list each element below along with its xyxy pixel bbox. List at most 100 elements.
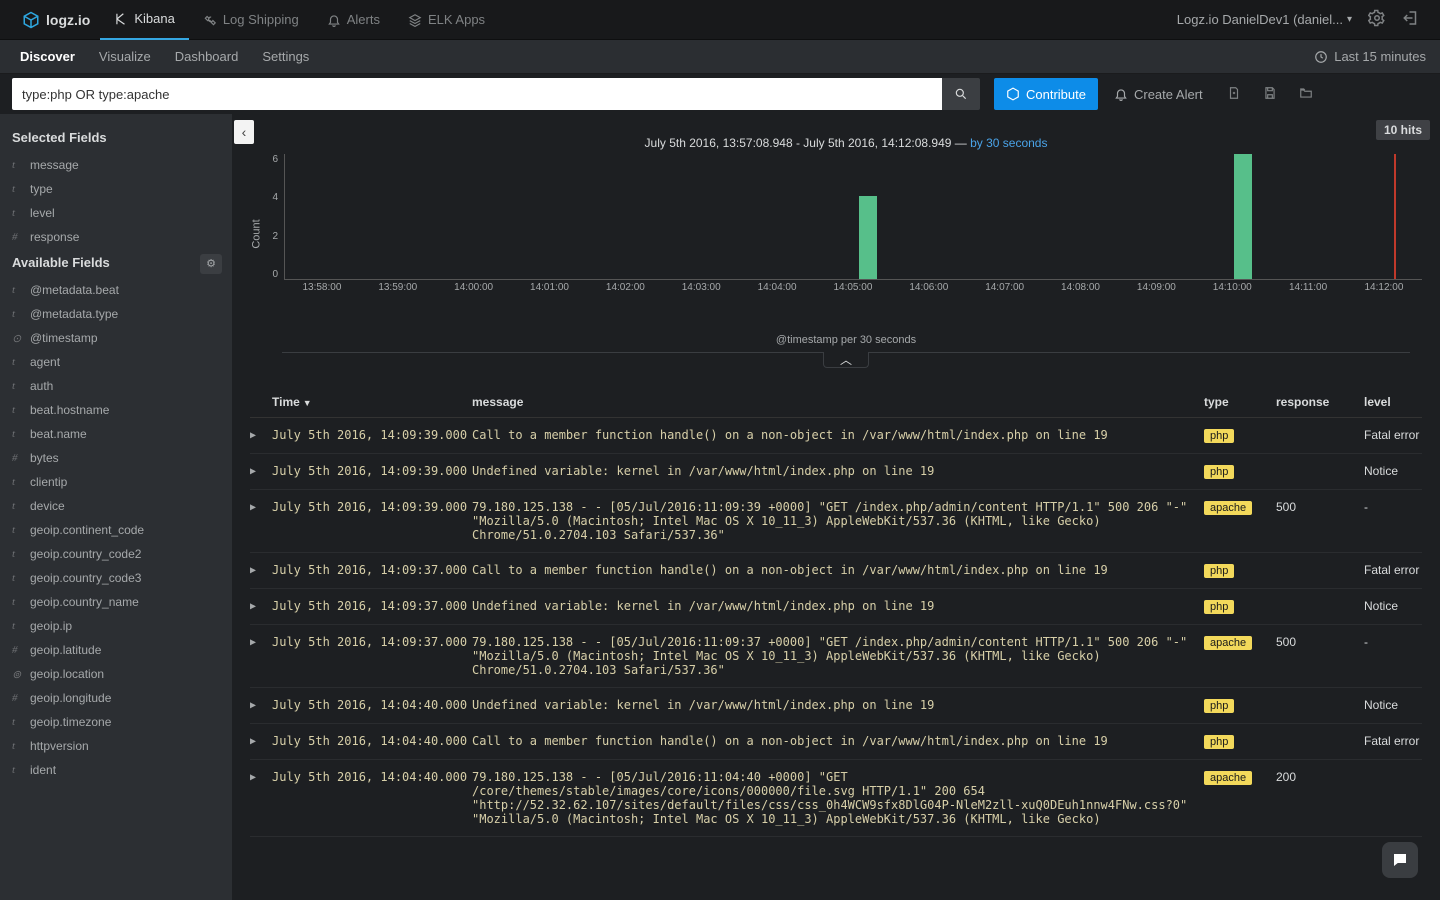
field-label: geoip.country_code2 (30, 547, 141, 561)
field-httpversion[interactable]: thttpversion (12, 734, 232, 758)
field-beat-hostname[interactable]: tbeat.hostname (12, 398, 232, 422)
field-type[interactable]: ttype (12, 177, 232, 201)
type-tag: php (1204, 564, 1234, 578)
field--timestamp[interactable]: ⊙@timestamp (12, 326, 232, 350)
chart-interval-link[interactable]: by 30 seconds (970, 136, 1047, 150)
field-type-icon: t (12, 596, 24, 608)
cell-message: Undefined variable: kernel in /var/www/h… (472, 464, 1204, 478)
field-geoip-country-name[interactable]: tgeoip.country_name (12, 590, 232, 614)
field-level[interactable]: tlevel (12, 201, 232, 225)
col-level[interactable]: level (1364, 395, 1422, 409)
settings-gear-button[interactable] (1360, 9, 1394, 30)
field-ident[interactable]: tident (12, 758, 232, 782)
tab-discover[interactable]: Discover (8, 40, 87, 74)
field-clientip[interactable]: tclientip (12, 470, 232, 494)
cell-type: apache (1204, 500, 1276, 515)
table-row: ▶July 5th 2016, 14:04:40.00079.180.125.1… (250, 760, 1422, 837)
expand-row-button[interactable]: ▶ (250, 500, 272, 513)
field-message[interactable]: tmessage (12, 153, 232, 177)
expand-row-button[interactable]: ▶ (250, 635, 272, 648)
field-type-icon: t (12, 524, 24, 536)
bell-icon (1114, 87, 1128, 101)
col-type[interactable]: type (1204, 395, 1276, 409)
cube-icon (22, 11, 40, 29)
nav-alerts[interactable]: Alerts (313, 0, 394, 40)
field-response[interactable]: #response (12, 225, 232, 249)
field-geoip-latitude[interactable]: #geoip.latitude (12, 638, 232, 662)
nav-elk-apps[interactable]: ELK Apps (394, 0, 499, 40)
type-tag: php (1204, 699, 1234, 713)
cell-type: php (1204, 599, 1276, 614)
field-geoip-location[interactable]: ⊚geoip.location (12, 662, 232, 686)
field-bytes[interactable]: #bytes (12, 446, 232, 470)
toggle-chart-button[interactable]: ︿ (823, 352, 869, 368)
col-time[interactable]: Time▼ (272, 395, 472, 409)
collapse-sidebar-button[interactable]: ‹ (234, 120, 254, 144)
field-agent[interactable]: tagent (12, 350, 232, 374)
tab-settings[interactable]: Settings (250, 40, 321, 74)
account-menu[interactable]: Logz.io DanielDev1 (daniel... ▾ (1169, 12, 1360, 27)
field-geoip-timezone[interactable]: tgeoip.timezone (12, 710, 232, 734)
col-response[interactable]: response (1276, 395, 1364, 409)
field-type-icon: t (12, 308, 24, 320)
search-button[interactable] (942, 78, 980, 110)
fields-settings-button[interactable]: ⚙ (200, 254, 222, 274)
logout-button[interactable] (1394, 9, 1428, 30)
table-row: ▶July 5th 2016, 14:04:40.000Undefined va… (250, 688, 1422, 724)
nav-kibana[interactable]: Kibana (100, 0, 188, 40)
brand-text: logz.io (46, 12, 90, 28)
time-range-picker[interactable]: Last 15 minutes (1300, 49, 1440, 64)
expand-row-button[interactable]: ▶ (250, 599, 272, 612)
cell-type: php (1204, 464, 1276, 479)
histogram-chart: July 5th 2016, 13:57:08.948 - July 5th 2… (232, 114, 1440, 353)
field-label: agent (30, 355, 60, 369)
field-geoip-country-code3[interactable]: tgeoip.country_code3 (12, 566, 232, 590)
cell-message: 79.180.125.138 - - [05/Jul/2016:11:09:39… (472, 500, 1204, 542)
create-alert-button[interactable]: Create Alert (1104, 78, 1213, 110)
field-type-icon: t (12, 356, 24, 368)
expand-row-button[interactable]: ▶ (250, 563, 272, 576)
field-device[interactable]: tdevice (12, 494, 232, 518)
field--metadata-beat[interactable]: t@metadata.beat (12, 278, 232, 302)
tab-visualize[interactable]: Visualize (87, 40, 163, 74)
expand-row-button[interactable]: ▶ (250, 698, 272, 711)
cell-level: Notice (1364, 599, 1422, 613)
expand-row-button[interactable]: ▶ (250, 428, 272, 441)
cell-type: php (1204, 563, 1276, 578)
open-search-button[interactable] (1291, 86, 1321, 103)
help-chat-button[interactable] (1382, 842, 1418, 878)
field-geoip-ip[interactable]: tgeoip.ip (12, 614, 232, 638)
field-geoip-country-code2[interactable]: tgeoip.country_code2 (12, 542, 232, 566)
new-search-button[interactable] (1219, 86, 1249, 103)
tab-dashboard[interactable]: Dashboard (163, 40, 251, 74)
cell-response: 500 (1276, 500, 1364, 514)
cell-type: apache (1204, 770, 1276, 785)
field-label: clientip (30, 475, 67, 489)
kibana-icon (114, 12, 128, 26)
table-row: ▶July 5th 2016, 14:04:40.000Call to a me… (250, 724, 1422, 760)
exit-icon (1402, 9, 1420, 27)
expand-row-button[interactable]: ▶ (250, 770, 272, 783)
expand-row-button[interactable]: ▶ (250, 464, 272, 477)
field-beat-name[interactable]: tbeat.name (12, 422, 232, 446)
save-search-button[interactable] (1255, 86, 1285, 103)
search-input[interactable] (12, 78, 942, 110)
chart-bar[interactable] (859, 196, 877, 279)
field-auth[interactable]: tauth (12, 374, 232, 398)
field-geoip-longitude[interactable]: #geoip.longitude (12, 686, 232, 710)
expand-row-button[interactable]: ▶ (250, 734, 272, 747)
field-geoip-continent-code[interactable]: tgeoip.continent_code (12, 518, 232, 542)
chart-plot[interactable] (284, 154, 1422, 280)
chart-bar[interactable] (1234, 154, 1252, 279)
col-message[interactable]: message (472, 395, 1204, 409)
field-label: geoip.country_code3 (30, 571, 141, 585)
contribute-button[interactable]: Contribute (994, 78, 1098, 110)
nav-log-shipping[interactable]: Log Shipping (189, 0, 313, 40)
field--metadata-type[interactable]: t@metadata.type (12, 302, 232, 326)
cell-level: Fatal error (1364, 734, 1422, 748)
cell-time: July 5th 2016, 14:04:40.000 (272, 734, 472, 748)
gear-icon: ⚙ (206, 257, 216, 270)
table-row: ▶July 5th 2016, 14:09:39.000Call to a me… (250, 418, 1422, 454)
brand-logo[interactable]: logz.io (12, 11, 100, 29)
gear-icon (1368, 9, 1386, 27)
